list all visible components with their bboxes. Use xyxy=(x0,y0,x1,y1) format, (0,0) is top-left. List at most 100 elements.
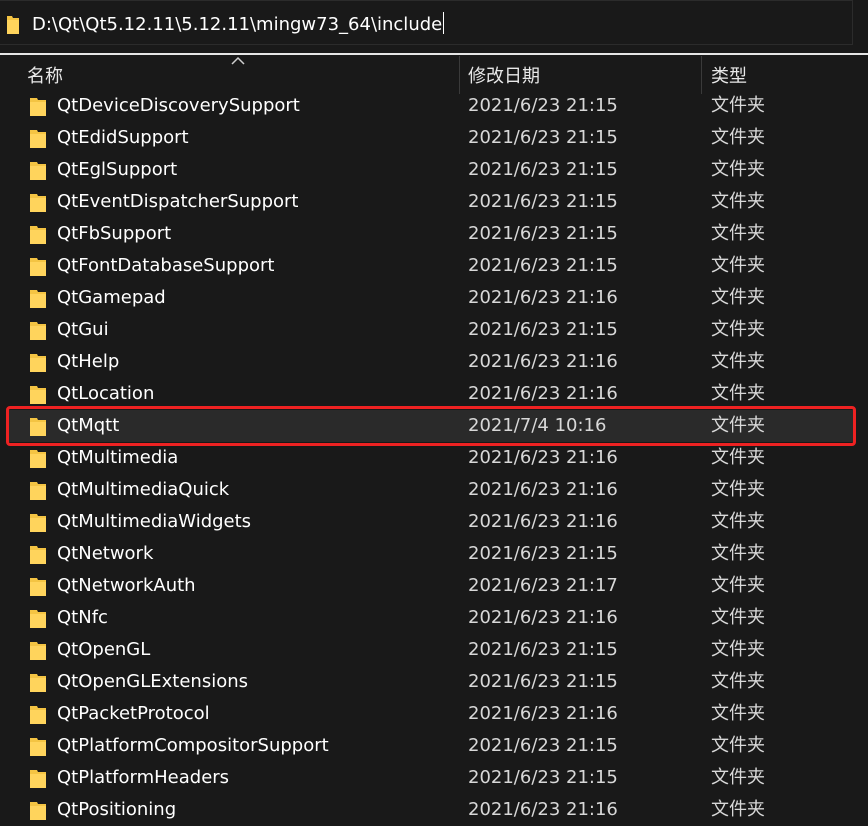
file-name[interactable]: QtNetworkAuth xyxy=(57,573,196,599)
file-date: 2021/6/23 21:15 xyxy=(468,191,618,212)
file-row[interactable]: QtLocation 2021/6/23 21:16 文件夹 xyxy=(0,378,868,410)
file-row[interactable]: QtOpenGLExtensions 2021/6/23 21:15 文件夹 xyxy=(0,666,868,698)
file-list: QtDeviceDiscoverySupport 2021/6/23 21:15 文… xyxy=(0,90,868,826)
file-name[interactable]: QtNfc xyxy=(57,605,108,631)
file-name[interactable]: QtNetwork xyxy=(57,541,153,567)
file-date: 2021/6/23 21:15 xyxy=(468,735,618,756)
file-date: 2021/6/23 21:15 xyxy=(468,767,618,788)
file-name[interactable]: QtPositioning xyxy=(57,797,176,823)
file-type: 文件夹 xyxy=(711,543,765,564)
file-name[interactable]: QtPlatformHeaders xyxy=(57,765,229,791)
column-separator[interactable] xyxy=(459,56,460,94)
file-row[interactable]: QtGui 2021/6/23 21:15 文件夹 xyxy=(0,314,868,346)
file-name[interactable]: QtFontDatabaseSupport xyxy=(57,253,274,279)
address-path[interactable]: D:\Qt\Qt5.12.11\5.12.11\mingw73_64\inclu… xyxy=(32,12,445,38)
file-row[interactable]: QtMultimedia 2021/6/23 21:16 文件夹 xyxy=(0,442,868,474)
file-row[interactable]: QtNetworkAuth 2021/6/23 21:17 文件夹 xyxy=(0,570,868,602)
column-header-date[interactable]: 修改日期 xyxy=(468,65,540,89)
file-name[interactable]: QtHelp xyxy=(57,349,119,375)
file-type: 文件夹 xyxy=(711,287,765,308)
file-date: 2021/6/23 21:15 xyxy=(468,127,618,148)
sort-up-chevron-icon[interactable] xyxy=(231,56,245,66)
file-name[interactable]: QtEdidSupport xyxy=(57,125,189,151)
folder-icon xyxy=(30,706,46,724)
folder-icon xyxy=(7,16,19,34)
folder-icon xyxy=(30,322,46,340)
file-row[interactable]: QtOpenGL 2021/6/23 21:15 文件夹 xyxy=(0,634,868,666)
folder-icon xyxy=(30,386,46,404)
file-name[interactable]: QtLocation xyxy=(57,381,154,407)
folder-icon xyxy=(30,258,46,276)
file-name[interactable]: QtOpenGL xyxy=(57,637,150,663)
file-row[interactable]: QtPlatformHeaders 2021/6/23 21:15 文件夹 xyxy=(0,762,868,794)
file-name[interactable]: QtMultimedia xyxy=(57,445,178,471)
file-date: 2021/6/23 21:16 xyxy=(468,479,618,500)
file-date: 2021/6/23 21:16 xyxy=(468,287,618,308)
file-name[interactable]: QtEglSupport xyxy=(57,157,177,183)
folder-icon xyxy=(30,130,46,148)
file-name[interactable]: QtPlatformCompositorSupport xyxy=(57,733,329,759)
file-type: 文件夹 xyxy=(711,159,765,180)
folder-icon xyxy=(30,514,46,532)
file-row[interactable]: QtDeviceDiscoverySupport 2021/6/23 21:15 文… xyxy=(0,90,868,122)
file-name[interactable]: QtMqtt xyxy=(57,413,119,439)
file-name[interactable]: QtOpenGLExtensions xyxy=(57,669,248,695)
file-type: 文件夹 xyxy=(711,127,765,148)
column-header-type[interactable]: 类型 xyxy=(711,65,747,89)
file-type: 文件夹 xyxy=(711,415,765,436)
file-date: 2021/7/4 10:16 xyxy=(468,415,607,436)
file-type: 文件夹 xyxy=(711,607,765,628)
file-row[interactable]: QtPlatformCompositorSupport 2021/6/23 21:… xyxy=(0,730,868,762)
file-row[interactable]: QtMultimediaQuick 2021/6/23 21:16 文件夹 xyxy=(0,474,868,506)
folder-icon xyxy=(30,610,46,628)
file-type: 文件夹 xyxy=(711,95,765,116)
address-field[interactable]: D:\Qt\Qt5.12.11\5.12.11\mingw73_64\inclu… xyxy=(0,0,853,45)
file-name[interactable]: QtEventDispatcherSupport xyxy=(57,189,298,215)
file-row[interactable]: QtPacketProtocol 2021/6/23 21:16 文件夹 xyxy=(0,698,868,730)
file-row[interactable]: QtFontDatabaseSupport 2021/6/23 21:15 文件夹 xyxy=(0,250,868,282)
file-type: 文件夹 xyxy=(711,703,765,724)
file-type: 文件夹 xyxy=(711,575,765,596)
file-date: 2021/6/23 21:15 xyxy=(468,159,618,180)
file-type: 文件夹 xyxy=(711,671,765,692)
file-name[interactable]: QtGui xyxy=(57,317,109,343)
file-row[interactable]: QtEglSupport 2021/6/23 21:15 文件夹 xyxy=(0,154,868,186)
file-row[interactable]: QtPositioning 2021/6/23 21:16 文件夹 xyxy=(0,794,868,826)
file-name[interactable]: QtPacketProtocol xyxy=(57,701,210,727)
file-date: 2021/6/23 21:16 xyxy=(468,447,618,468)
folder-icon xyxy=(30,450,46,468)
folder-icon xyxy=(30,578,46,596)
file-name[interactable]: QtGamepad xyxy=(57,285,166,311)
file-row[interactable]: QtNetwork 2021/6/23 21:15 文件夹 xyxy=(0,538,868,570)
file-name[interactable]: QtMultimediaWidgets xyxy=(57,509,251,535)
folder-icon xyxy=(30,674,46,692)
column-header: 名称 修改日期 类型 xyxy=(0,56,868,94)
file-name[interactable]: QtDeviceDiscoverySupport xyxy=(57,93,300,119)
folder-icon xyxy=(30,162,46,180)
address-bar[interactable]: D:\Qt\Qt5.12.11\5.12.11\mingw73_64\inclu… xyxy=(0,0,868,53)
file-type: 文件夹 xyxy=(711,799,765,820)
folder-icon xyxy=(30,226,46,244)
file-row[interactable]: QtHelp 2021/6/23 21:16 文件夹 xyxy=(0,346,868,378)
file-row[interactable]: QtFbSupport 2021/6/23 21:15 文件夹 xyxy=(0,218,868,250)
file-row[interactable]: QtMqtt 2021/7/4 10:16 文件夹 xyxy=(0,410,868,442)
folder-icon xyxy=(30,290,46,308)
file-date: 2021/6/23 21:16 xyxy=(468,351,618,372)
file-date: 2021/6/23 21:16 xyxy=(468,607,618,628)
file-row[interactable]: QtMultimediaWidgets 2021/6/23 21:16 文件夹 xyxy=(0,506,868,538)
folder-icon xyxy=(30,418,46,436)
file-date: 2021/6/23 21:15 xyxy=(468,223,618,244)
file-name[interactable]: QtFbSupport xyxy=(57,221,171,247)
file-row[interactable]: QtNfc 2021/6/23 21:16 文件夹 xyxy=(0,602,868,634)
column-separator[interactable] xyxy=(701,56,702,94)
column-header-name[interactable]: 名称 xyxy=(27,65,63,89)
file-type: 文件夹 xyxy=(711,767,765,788)
file-date: 2021/6/23 21:15 xyxy=(468,671,618,692)
folder-icon xyxy=(30,770,46,788)
file-type: 文件夹 xyxy=(711,479,765,500)
file-row[interactable]: QtEventDispatcherSupport 2021/6/23 21:15 文… xyxy=(0,186,868,218)
file-name[interactable]: QtMultimediaQuick xyxy=(57,477,229,503)
file-row[interactable]: QtGamepad 2021/6/23 21:16 文件夹 xyxy=(0,282,868,314)
file-row[interactable]: QtEdidSupport 2021/6/23 21:15 文件夹 xyxy=(0,122,868,154)
file-date: 2021/6/23 21:15 xyxy=(468,319,618,340)
